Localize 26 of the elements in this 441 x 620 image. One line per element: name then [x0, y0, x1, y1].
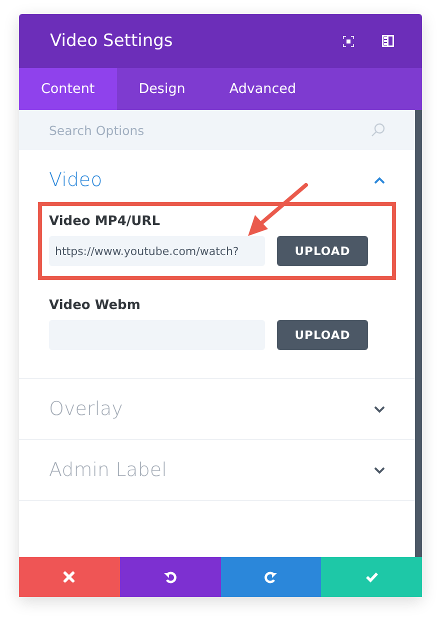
close-icon — [62, 570, 76, 584]
url-field[interactable]: https://www.youtube.com/watch? — [49, 236, 265, 266]
chevron-down-icon[interactable] — [374, 466, 385, 474]
search-field[interactable]: Search Options — [19, 110, 415, 150]
chevron-up-icon[interactable] — [374, 176, 385, 184]
upload-button[interactable]: UPLOAD — [277, 236, 368, 266]
tab[interactable]: Content — [19, 68, 117, 110]
redo-button[interactable] — [220, 557, 322, 597]
discard-button[interactable] — [19, 557, 120, 597]
undo-icon — [163, 570, 178, 584]
upload-button[interactable]: UPLOAD — [277, 320, 368, 350]
scrollbar[interactable] — [415, 110, 422, 557]
check-icon — [364, 570, 379, 584]
redo-icon — [264, 570, 278, 584]
window-title: Video Settings — [50, 31, 174, 51]
field-label: Video Webm — [49, 298, 140, 313]
tab[interactable]: Design — [116, 68, 208, 110]
tab[interactable]: Advanced — [207, 68, 318, 110]
undo-button[interactable] — [120, 557, 220, 597]
search-icon[interactable] — [371, 123, 385, 137]
sidebar-icon[interactable] — [382, 35, 394, 47]
field-label: Video MP4/URL — [49, 214, 160, 229]
fullscreen-icon[interactable] — [343, 36, 354, 46]
save-button[interactable] — [321, 557, 422, 597]
chevron-down-icon[interactable] — [374, 406, 385, 412]
section-title[interactable]: Video — [49, 169, 374, 191]
